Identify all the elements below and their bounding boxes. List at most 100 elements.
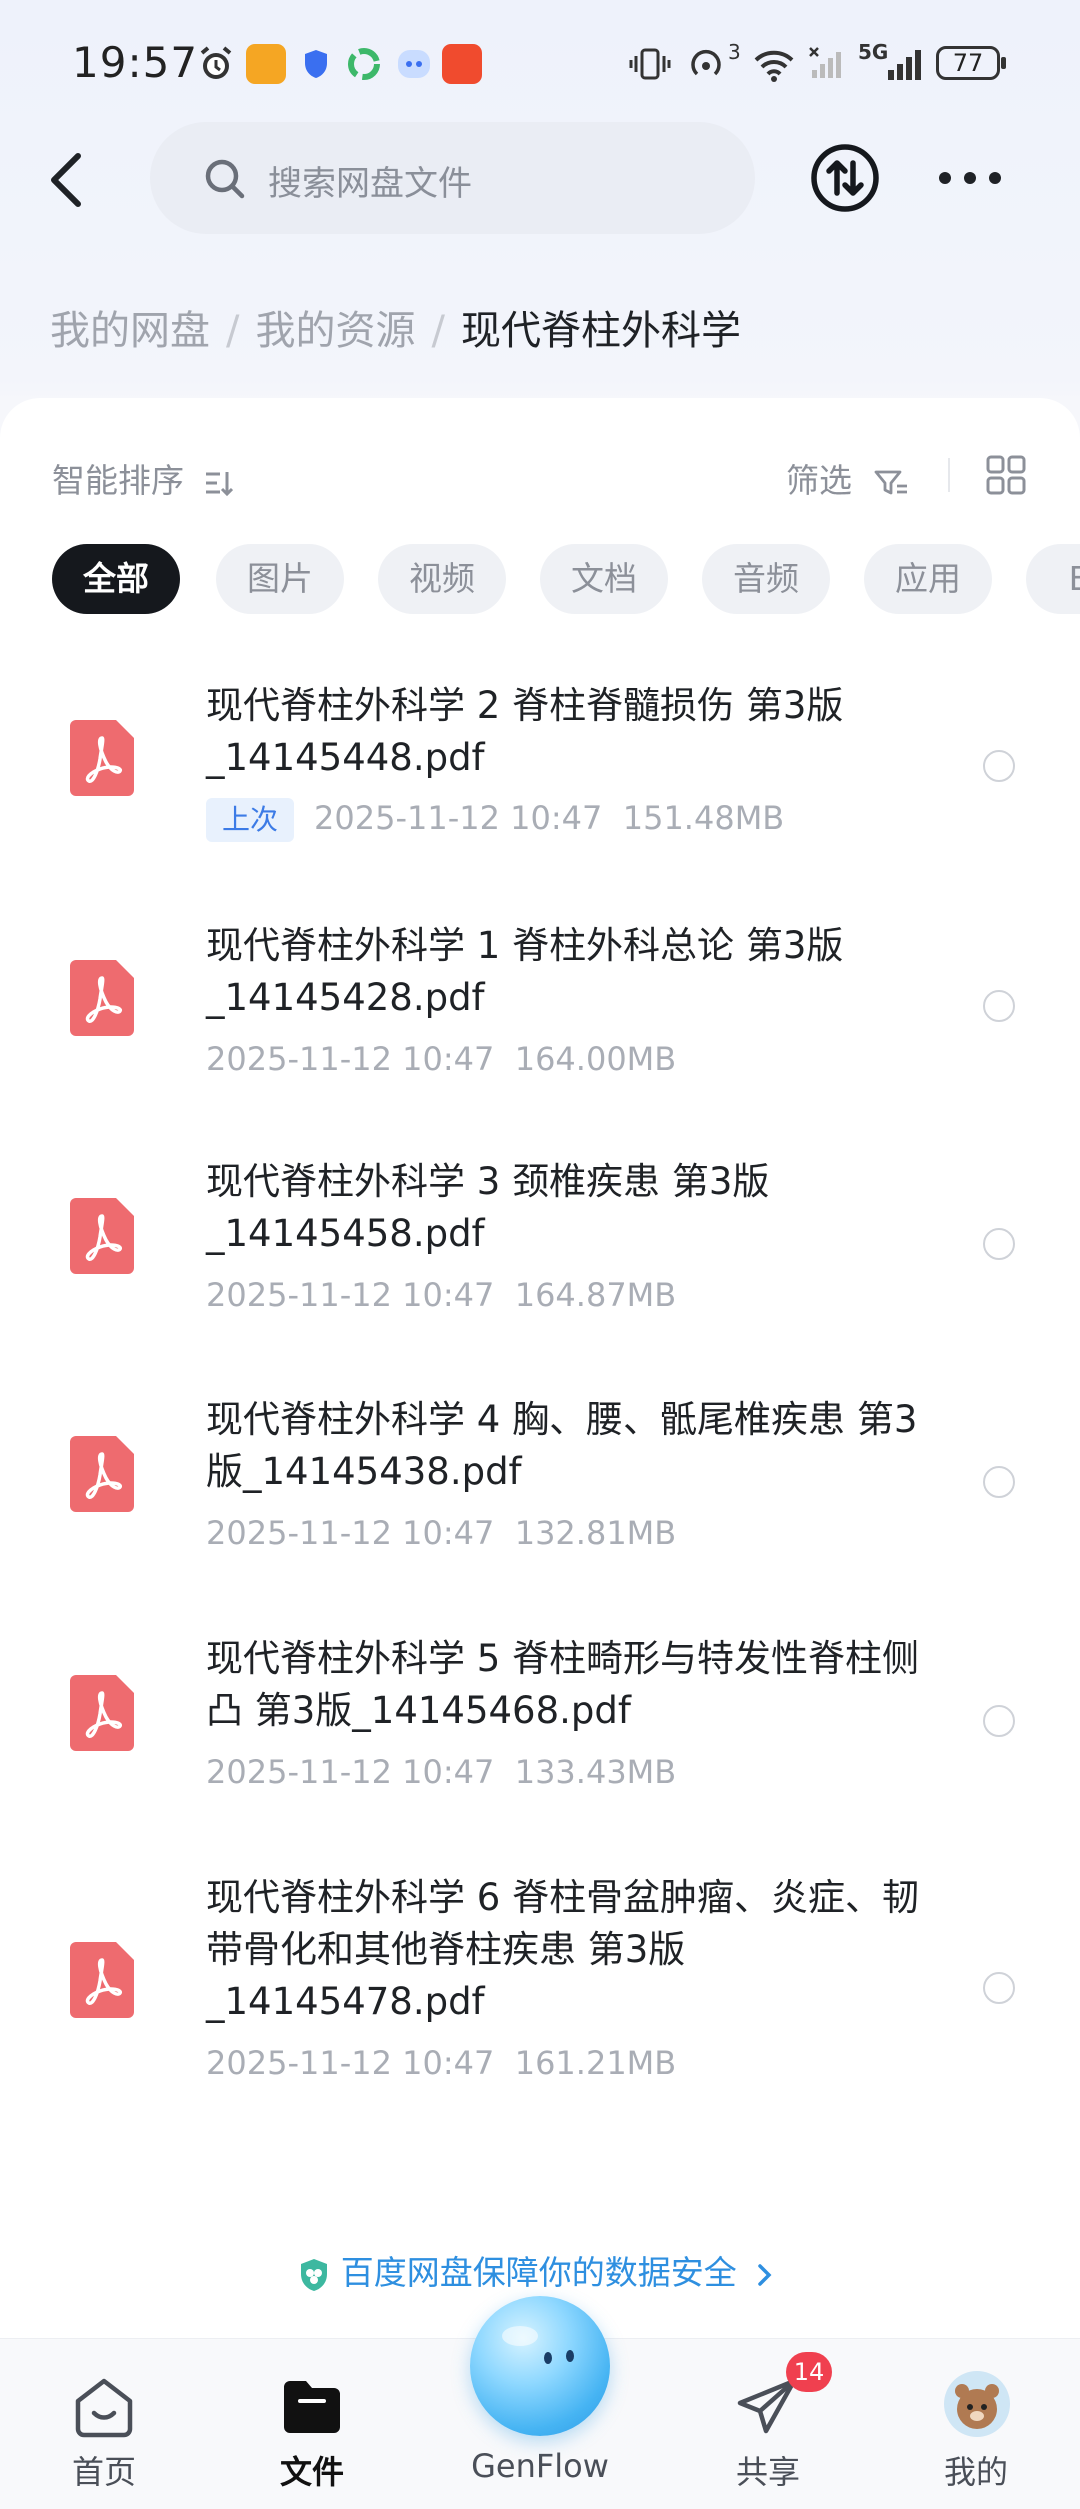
nav-genflow-label: GenFlow [471,2447,609,2485]
signal-sim2-icon [888,50,921,80]
more-options-icon[interactable] [935,160,1005,196]
shield-notify-icon [305,50,327,78]
nav-share[interactable]: 共享 [678,2339,858,2509]
vibrate-icon [629,48,671,80]
breadcrumb-my-disk[interactable]: 我的网盘 [50,308,210,354]
file-meta: 2025-11-12 10:47 132.81MB [206,1514,676,1552]
select-radio[interactable] [983,750,1015,782]
filter-button[interactable]: 筛选 [786,454,909,502]
file-size: 151.48MB [622,799,785,837]
breadcrumb-current-folder: 现代脊柱外科学 [460,308,741,354]
search-icon [205,159,245,199]
grid-view-icon[interactable] [985,454,1027,496]
file-date: 2025-11-12 10:47 [206,1276,495,1314]
nav-me-label: 我的 [943,2453,1008,2491]
back-arrow-icon[interactable] [40,140,100,220]
pdf-file-icon [70,1436,134,1512]
file-name: 现代脊柱外科学 4 胸、腰、骶尾椎疾患 第3版_14145438.pdf [206,1398,918,1493]
file-meta: 2025-11-12 10:47 161.21MB [206,2044,676,2082]
file-size: 133.43MB [514,1753,677,1791]
status-bar: 19:57 3 5G 77 [0,0,1080,130]
nav-share-label: 共享 [735,2453,800,2491]
recycle-notify-icon [348,48,380,80]
file-date: 2025-11-12 10:47 [206,1514,495,1552]
app-notify-orange-icon [246,44,286,84]
file-row[interactable]: 现代脊柱外科学 2 脊柱脊髓损伤 第3版_14145448.pdf 上次 2025… [0,670,1080,870]
select-radio[interactable] [983,1705,1015,1737]
pdf-file-icon [70,1675,134,1751]
smart-sort-button[interactable]: 智能排序 [52,454,233,502]
pdf-file-icon [70,720,134,796]
search-placeholder: 搜索网盘文件 [268,164,472,204]
pdf-file-icon [70,1942,134,2018]
file-row[interactable]: 现代脊柱外科学 5 脊柱畸形与特发性脊柱侧凸 第3版_14145468.pdf … [0,1623,1080,1823]
file-size: 164.00MB [514,1040,677,1078]
breadcrumb-separator: / [431,308,445,354]
signal-sim1-icon [809,47,841,78]
file-row[interactable]: 现代脊柱外科学 4 胸、腰、骶尾椎疾患 第3版_14145438.pdf 202… [0,1384,1080,1584]
transfer-list-icon[interactable] [810,143,880,213]
folder-icon [284,2381,340,2433]
chip-videos[interactable]: 视频 [378,544,506,614]
file-name: 现代脊柱外科学 1 脊柱外科总论 第3版_14145428.pdf [206,924,844,1019]
file-name: 现代脊柱外科学 6 脊柱骨盆肿瘤、炎症、韧带骨化和其他脊柱疾患 第3版_1414… [206,1876,920,2023]
file-date: 2025-11-12 10:47 [206,1753,495,1791]
home-icon [75,2378,133,2438]
alarm-icon [200,46,232,79]
file-size: 132.81MB [514,1514,677,1552]
hotspot-count: 3 [728,40,741,64]
select-radio[interactable] [983,1972,1015,2004]
genflow-mascot-icon [502,2326,574,2364]
category-chips: 全部 图片 视频 文档 音频 应用 BT [52,544,1080,614]
file-date: 2025-11-12 10:47 [314,799,603,837]
netdisk-folder-screen: 19:57 3 5G 77 搜索网盘文件 我的网盘 / 我的资源 / 现代脊柱外… [0,0,1080,2509]
wifi-icon [754,50,794,82]
chip-all[interactable]: 全部 [52,544,180,614]
file-name: 现代脊柱外科学 2 脊柱脊髓损伤 第3版_14145448.pdf [206,684,844,779]
file-date: 2025-11-12 10:47 [206,2044,495,2082]
select-radio[interactable] [983,1228,1015,1260]
file-size: 161.21MB [514,2044,677,2082]
pdf-file-icon [70,960,134,1036]
chip-images[interactable]: 图片 [216,544,344,614]
data-safety-banner[interactable]: 百度网盘保障你的数据安全 [0,2246,1080,2294]
battery-indicator: 77 [936,46,1006,80]
file-row[interactable]: 现代脊柱外科学 3 颈椎疾患 第3版_14145458.pdf 2025-11-… [0,1146,1080,1346]
status-time: 19:57 [72,38,199,87]
chip-bt[interactable]: BT [1026,544,1080,614]
select-radio[interactable] [983,1466,1015,1498]
search-input[interactable]: 搜索网盘文件 [150,122,755,234]
safety-text: 百度网盘保障你的数据安全 [340,2253,737,2292]
toolbar-divider [948,458,950,492]
nav-me[interactable]: 我的 [886,2339,1066,2509]
security-shield-icon [300,2258,327,2291]
chip-documents[interactable]: 文档 [540,544,668,614]
breadcrumb-my-resources[interactable]: 我的资源 [255,308,415,354]
file-meta: 上次 2025-11-12 10:47 151.48MB [206,798,784,842]
chip-apps[interactable]: 应用 [864,544,992,614]
chip-audio[interactable]: 音频 [702,544,830,614]
chat-notify-icon [398,50,430,78]
nav-home[interactable]: 首页 [14,2339,194,2509]
listen-app-icon [442,44,482,84]
sort-label: 智能排序 [52,461,184,500]
breadcrumb-separator: / [226,308,240,354]
nav-files[interactable]: 文件 [222,2339,402,2509]
filter-label: 筛选 [786,461,852,500]
share-badge: 14 [786,2352,832,2392]
last-opened-tag: 上次 [206,798,295,842]
avatar [944,2371,1010,2437]
pdf-file-icon [70,1198,134,1274]
breadcrumb: 我的网盘 / 我的资源 / 现代脊柱外科学 [50,298,741,356]
sort-icon [205,471,233,496]
file-name: 现代脊柱外科学 3 颈椎疾患 第3版_14145458.pdf [206,1160,770,1255]
file-meta: 2025-11-12 10:47 164.00MB [206,1040,676,1078]
select-radio[interactable] [983,990,1015,1022]
genflow-orb-button[interactable] [470,2296,610,2436]
file-meta: 2025-11-12 10:47 133.43MB [206,1753,676,1791]
file-row[interactable]: 现代脊柱外科学 1 脊柱外科总论 第3版_14145428.pdf 2025-1… [0,910,1080,1110]
hotspot-icon [691,49,721,76]
filter-icon [874,470,907,494]
file-row[interactable]: 现代脊柱外科学 6 脊柱骨盆肿瘤、炎症、韧带骨化和其他脊柱疾患 第3版_1414… [0,1862,1080,2112]
file-name: 现代脊柱外科学 5 脊柱畸形与特发性脊柱侧凸 第3版_14145468.pdf [206,1637,920,1732]
